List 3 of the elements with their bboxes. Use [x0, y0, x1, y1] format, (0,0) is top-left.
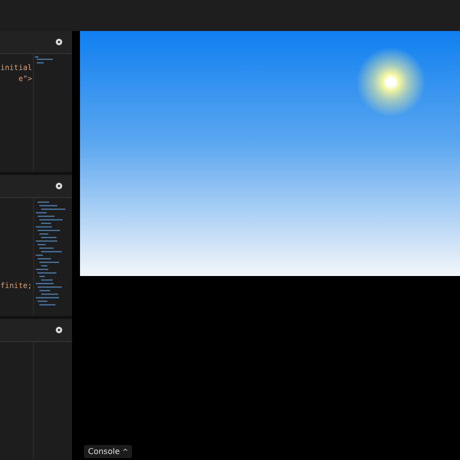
- settings-icon[interactable]: [55, 38, 63, 46]
- settings-icon[interactable]: [55, 182, 63, 190]
- settings-icon[interactable]: [55, 326, 63, 334]
